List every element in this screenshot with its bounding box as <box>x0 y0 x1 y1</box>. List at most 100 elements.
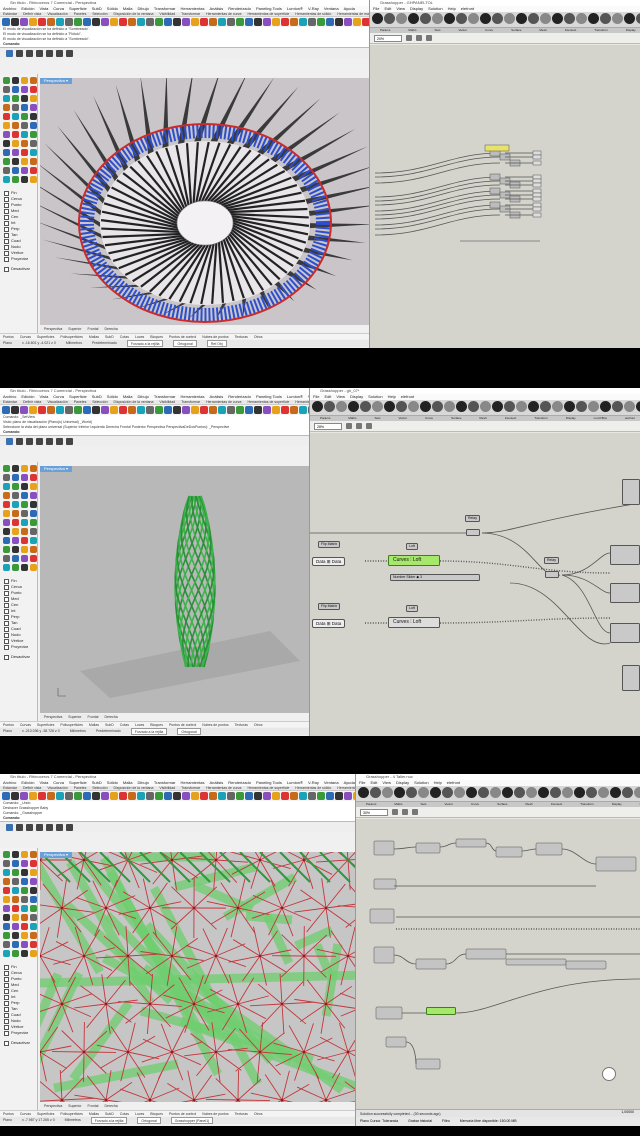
tool-button-icon[interactable] <box>30 869 37 876</box>
object-snap-bar-item[interactable]: Otros <box>254 334 263 339</box>
partial-component-5[interactable] <box>622 665 640 691</box>
toolbar-tabs-item[interactable]: Herramientas de sólido <box>295 400 309 404</box>
ortho-toggle[interactable]: Ortogonal <box>137 1117 161 1124</box>
gh-category-tabs-item[interactable]: Display <box>626 28 636 33</box>
tool-button-icon[interactable] <box>3 131 10 138</box>
gh-category-tabs-item[interactable]: Surface <box>451 416 461 421</box>
tool-button-icon[interactable] <box>3 149 10 156</box>
toolbar-button-icon[interactable] <box>308 406 309 414</box>
tool-button-icon[interactable] <box>12 158 19 165</box>
tool-button-icon[interactable] <box>3 501 10 508</box>
toolbar-button-icon[interactable] <box>516 401 527 412</box>
toolbar-button-icon[interactable] <box>564 401 575 412</box>
toolbar-tabs-item[interactable]: Transformar <box>181 786 200 790</box>
tool-button-icon[interactable] <box>21 896 28 903</box>
tool-button-icon[interactable] <box>12 878 19 885</box>
tool-button-icon[interactable] <box>30 564 37 571</box>
toolbar-button-icon[interactable] <box>65 18 73 26</box>
status-history[interactable]: Grabar historial <box>408 1117 432 1126</box>
toolbar-button-icon[interactable] <box>480 401 491 412</box>
tool-button-icon[interactable] <box>12 851 19 858</box>
gh-category-tabs-item[interactable]: Params <box>380 28 390 33</box>
tool-button-icon[interactable] <box>21 483 28 490</box>
object-snap-bar-item[interactable]: Cotas <box>120 1111 129 1116</box>
object-snap-bar-item[interactable]: Bloques <box>150 722 163 727</box>
status-filter[interactable]: Filtro <box>442 1117 450 1126</box>
gh-menu-bar-item[interactable]: View <box>382 780 391 786</box>
object-snap-bar-item[interactable]: Luces <box>135 722 144 727</box>
relay-node-2[interactable] <box>545 571 559 578</box>
toolbar-tabs-item[interactable]: Herramientas de sólido <box>295 786 331 790</box>
tool-button-icon[interactable] <box>12 492 19 499</box>
toolbar-button-icon[interactable] <box>164 406 172 414</box>
toolbar-button-icon[interactable] <box>610 787 621 798</box>
tool-button-icon[interactable] <box>3 104 10 111</box>
gh-category-tabs-item[interactable]: Mesh <box>539 28 546 33</box>
toolbar-button-icon[interactable] <box>263 792 271 800</box>
toolbar-button-icon[interactable] <box>454 787 465 798</box>
toolbar-button-icon[interactable] <box>83 792 91 800</box>
toolbar-button-icon[interactable] <box>65 792 73 800</box>
viewport-tabs-item[interactable]: Frontal <box>88 326 99 332</box>
tool-button-icon[interactable] <box>3 860 10 867</box>
tool-button-icon[interactable] <box>3 932 10 939</box>
toolbar-tabs-item[interactable]: Paneles <box>74 12 87 16</box>
tool-button-icon[interactable] <box>30 483 37 490</box>
toolbar-button-icon[interactable] <box>92 406 100 414</box>
toolbar-button-icon[interactable] <box>245 792 253 800</box>
toolbar-button-icon[interactable] <box>155 18 163 26</box>
tool-button-icon[interactable] <box>12 564 19 571</box>
toolbar-button-icon[interactable] <box>290 792 298 800</box>
toolbar-button-icon[interactable] <box>312 401 323 412</box>
toolbar-button-icon[interactable] <box>382 787 393 798</box>
toolbar-button-icon[interactable] <box>444 13 455 24</box>
gh-category-tabs-item[interactable]: Vector <box>399 416 408 421</box>
toolbar-button-icon[interactable] <box>191 792 199 800</box>
toolbar-button-icon[interactable] <box>110 792 118 800</box>
tool-button-icon[interactable] <box>30 860 37 867</box>
gh-menu-bar-item[interactable]: elefront <box>461 6 474 12</box>
toolbar-button-icon[interactable] <box>281 792 289 800</box>
toolbar-button-icon[interactable] <box>528 401 539 412</box>
viewport-tabs[interactable]: Perspectiva Superior Frontal Derecha <box>40 1103 118 1109</box>
toolbar-button-icon[interactable] <box>38 18 46 26</box>
tool-button-icon[interactable] <box>21 122 28 129</box>
tool-button-icon[interactable] <box>3 483 10 490</box>
tool-button-icon[interactable] <box>3 510 10 517</box>
tool-button-icon[interactable] <box>3 492 10 499</box>
toolbar-button-icon[interactable] <box>272 792 280 800</box>
tool-button-icon[interactable] <box>21 564 28 571</box>
toolbar-button-icon[interactable] <box>588 13 599 24</box>
toolbar-button-icon[interactable] <box>336 401 347 412</box>
toolbar-button-icon[interactable] <box>396 401 407 412</box>
toolbar-button-icon[interactable] <box>227 18 235 26</box>
toolbar-button-icon[interactable] <box>182 18 190 26</box>
tool-button-icon[interactable] <box>30 914 37 921</box>
tool-button-icon[interactable] <box>21 537 28 544</box>
tool-button-icon[interactable] <box>30 122 37 129</box>
tool-button-icon[interactable] <box>3 95 10 102</box>
toolbar-tabs-item[interactable]: Visualización <box>47 12 67 16</box>
object-snap-bar-item[interactable]: Mallas <box>89 1111 99 1116</box>
gh-category-tabs-item[interactable]: Maths <box>394 802 402 807</box>
object-snap-bar-item[interactable]: Bloques <box>150 334 163 339</box>
viewport-tabs-item[interactable]: Superior <box>68 714 81 720</box>
osnap-checkbox[interactable]: Proyectar <box>4 1030 37 1036</box>
toolbar-button-icon[interactable] <box>504 401 515 412</box>
toolbar-button-icon[interactable] <box>360 401 371 412</box>
toolbar-button-icon[interactable] <box>348 401 359 412</box>
snap-toggle[interactable]: Forzado a la rejilla <box>130 728 168 735</box>
toolbar-button-icon[interactable] <box>430 787 441 798</box>
toolbar-button-icon[interactable] <box>281 18 289 26</box>
object-snap-bar-item[interactable]: Nubes de puntos <box>202 722 228 727</box>
gh-category-tabs-item[interactable]: Transform <box>534 416 548 421</box>
toolbar-button-icon[interactable] <box>562 787 573 798</box>
toolbar-button-icon[interactable] <box>372 13 383 24</box>
partial-component-2[interactable] <box>610 583 640 603</box>
tool-button-icon[interactable] <box>30 149 37 156</box>
toolbar-button-icon[interactable] <box>218 792 226 800</box>
tool-button-icon[interactable] <box>3 914 10 921</box>
toolbar-button-icon[interactable] <box>353 792 355 800</box>
gh-canvas[interactable] <box>370 45 640 348</box>
toolbar-button-icon[interactable] <box>137 18 145 26</box>
